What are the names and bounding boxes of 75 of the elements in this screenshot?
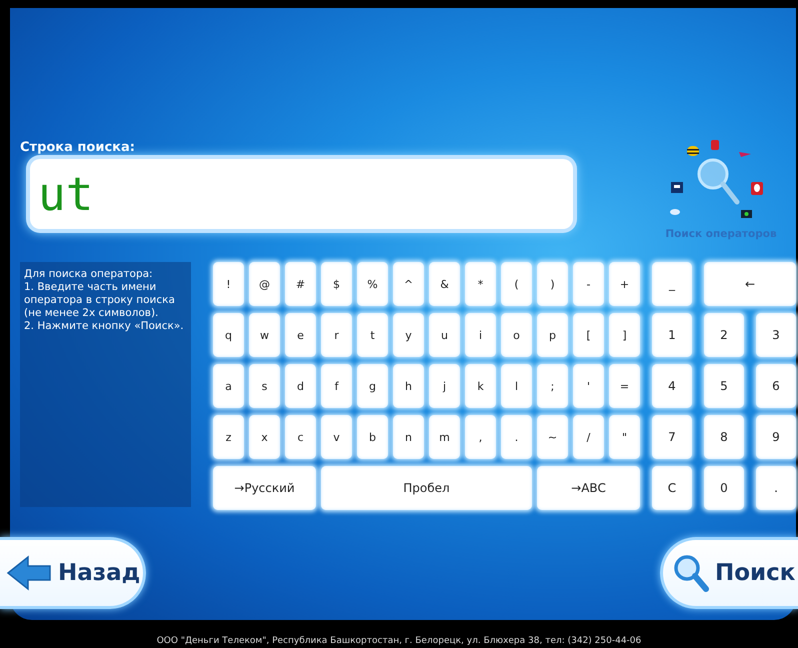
keyboard-key[interactable]: f: [321, 364, 352, 408]
keyboard-key[interactable]: a: [213, 364, 244, 408]
keyboard-key[interactable]: l: [501, 364, 532, 408]
keyboard-key[interactable]: k: [465, 364, 496, 408]
keyboard-key[interactable]: 4: [652, 364, 692, 408]
keyboard-key[interactable]: n: [393, 415, 424, 459]
keyboard-key[interactable]: 5: [704, 364, 744, 408]
space-key[interactable]: Пробел: [321, 466, 532, 510]
keyboard-key[interactable]: *: [465, 262, 496, 306]
keyboard-key[interactable]: ~: [537, 415, 568, 459]
layout-switch-key[interactable]: →Русский: [213, 466, 316, 510]
keyboard-key[interactable]: 0: [704, 466, 744, 510]
keyboard-key[interactable]: 3: [756, 313, 796, 357]
keyboard-key[interactable]: %: [357, 262, 388, 306]
keyboard-key[interactable]: +: [609, 262, 640, 306]
instruction-text: 1. Введите часть имени оператора в строку поиска (не менее 2х символов).: [24, 281, 176, 320]
keyboard-key[interactable]: C: [652, 466, 692, 510]
keyboard-key[interactable]: _: [652, 262, 692, 306]
search-label: Строка поиска:: [20, 140, 136, 155]
keyboard-key[interactable]: ]: [609, 313, 640, 357]
keyboard-key[interactable]: 6: [756, 364, 796, 408]
keyboard-key[interactable]: !: [213, 262, 244, 306]
search-button[interactable]: Поиск: [660, 537, 798, 609]
keyboard-key[interactable]: =: [609, 364, 640, 408]
keyboard-key[interactable]: ': [573, 364, 604, 408]
keyboard-key[interactable]: (: [501, 262, 532, 306]
keyboard-key[interactable]: s: [249, 364, 280, 408]
back-button[interactable]: Назад: [0, 537, 146, 609]
keyboard-key[interactable]: x: [249, 415, 280, 459]
footer-text: ООО "Деньги Телеком", Республика Башкортостан, г. Белорецк, ул. Блюхера 38, тел: (342) 250-44-06: [156, 636, 642, 646]
keyboard-key[interactable]: g: [357, 364, 388, 408]
keyboard-key[interactable]: d: [285, 364, 316, 408]
keyboard-key[interactable]: [: [573, 313, 604, 357]
keyboard-key[interactable]: h: [393, 364, 424, 408]
keyboard-key[interactable]: 1: [652, 313, 692, 357]
keyboard-key[interactable]: v: [321, 415, 352, 459]
keyboard-key[interactable]: 2: [704, 313, 744, 357]
instruction-text: Для поиска оператора:: [24, 268, 154, 281]
keyboard-key[interactable]: i: [465, 313, 496, 357]
keyboard-key[interactable]: r: [321, 313, 352, 357]
keyboard-key[interactable]: j: [429, 364, 460, 408]
left-arrow-icon: [6, 555, 52, 591]
keyboard-key[interactable]: w: [249, 313, 280, 357]
keyboard-key[interactable]: .: [756, 466, 796, 510]
keyboard-key[interactable]: ): [537, 262, 568, 306]
search-field[interactable]: ut: [30, 159, 573, 229]
keyboard-key[interactable]: o: [501, 313, 532, 357]
keyboard-key[interactable]: ^: [393, 262, 424, 306]
keyboard-key[interactable]: q: [213, 313, 244, 357]
keyboard-key[interactable]: ,: [465, 415, 496, 459]
layout-switch-key[interactable]: →ABC: [537, 466, 640, 510]
keyboard-key[interactable]: ": [609, 415, 640, 459]
keyboard-key[interactable]: y: [393, 313, 424, 357]
keyboard-key[interactable]: 8: [704, 415, 744, 459]
keyboard-key[interactable]: -: [573, 262, 604, 306]
instruction-text: 2. Нажмите кнопку «Поиск».: [24, 320, 185, 333]
keyboard-key[interactable]: p: [537, 313, 568, 357]
keyboard-key[interactable]: c: [285, 415, 316, 459]
keyboard-key[interactable]: b: [357, 415, 388, 459]
keyboard-key[interactable]: e: [285, 313, 316, 357]
keyboard-key[interactable]: .: [501, 415, 532, 459]
keyboard-key[interactable]: u: [429, 313, 460, 357]
keyboard-key[interactable]: ;: [537, 364, 568, 408]
backspace-key[interactable]: ←: [704, 262, 796, 306]
keyboard-key[interactable]: $: [321, 262, 352, 306]
keyboard-key[interactable]: 9: [756, 415, 796, 459]
keyboard-key[interactable]: &: [429, 262, 460, 306]
search-icon: [673, 554, 709, 592]
keyboard-key[interactable]: 7: [652, 415, 692, 459]
keyboard-key[interactable]: z: [213, 415, 244, 459]
keyboard-key[interactable]: t: [357, 313, 388, 357]
keyboard-key[interactable]: #: [285, 262, 316, 306]
keyboard-key[interactable]: m: [429, 415, 460, 459]
keyboard-key[interactable]: /: [573, 415, 604, 459]
keyboard-key[interactable]: @: [249, 262, 280, 306]
